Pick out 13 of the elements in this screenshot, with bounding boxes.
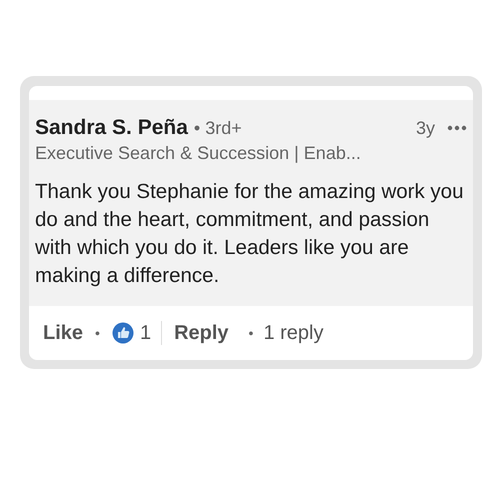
more-icon[interactable] xyxy=(447,125,467,131)
reply-link[interactable]: Reply xyxy=(174,322,229,344)
separator-dot: • xyxy=(248,325,254,341)
like-link[interactable]: Like xyxy=(43,322,84,344)
separator-dot: • xyxy=(95,325,100,341)
replies-link[interactable]: 1 reply xyxy=(263,322,324,344)
author-name[interactable]: Sandra S. Peña xyxy=(35,116,188,140)
thumbs-up-icon xyxy=(112,322,134,344)
comment-time: 3y xyxy=(416,118,435,139)
connection-degree: • 3rd+ xyxy=(194,118,242,139)
author-headline: Executive Search & Succession | Enab... xyxy=(35,143,362,164)
reaction-count: 1 xyxy=(140,322,152,344)
comment-text: Thank you Stephanie for the amazing work you do and the heart, commitment, and passion with which you do it. Leaders like you are making a difference. xyxy=(35,179,464,289)
